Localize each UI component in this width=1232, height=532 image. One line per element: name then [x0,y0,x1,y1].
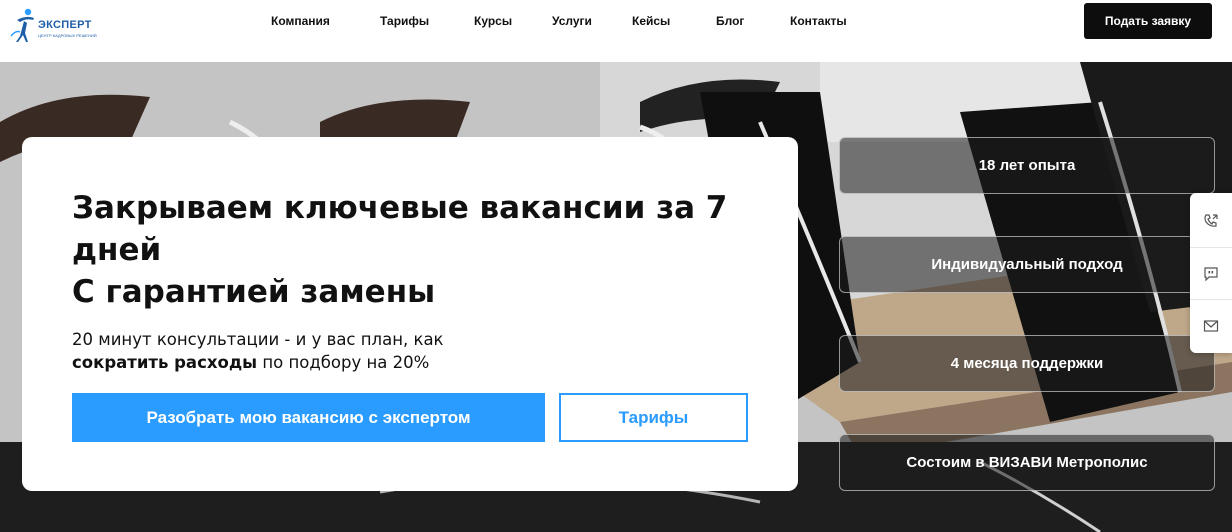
nav-link-blog[interactable]: Блог [716,14,744,30]
side-contact-widget [1190,193,1232,353]
submit-application-button[interactable]: Подать заявку [1084,3,1212,39]
logo-figure-icon [10,8,34,42]
hero-card: Закрываем ключевые вакансии за 7 дней С … [22,137,798,491]
hero-title-line-2: С гарантией замены [72,274,436,310]
hero-title-line-1: Закрываем ключевые вакансии за 7 дней [72,190,728,268]
nav-link-services[interactable]: Услуги [552,14,592,30]
site-header: ЭКСПЕРТ ЦЕНТР КАДРОВЫХ РЕШЕНИЙ Компания … [0,0,1232,62]
chat-button[interactable] [1190,247,1232,299]
hero-subtitle: 20 минут консультации - и у вас план, ка… [72,328,632,374]
pricing-button[interactable]: Тарифы [559,393,748,442]
nav-link-pricing[interactable]: Тарифы [380,14,429,30]
email-button[interactable] [1190,299,1232,351]
mail-icon [1203,319,1219,332]
feature-support: 4 месяца поддержки [839,335,1215,392]
nav-link-company[interactable]: Компания [271,14,330,30]
chat-quote-icon [1204,266,1218,281]
feature-membership: Состоим в ВИЗАВИ Метрополис [839,434,1215,491]
feature-individual-approach: Индивидуальный подход [839,236,1215,293]
hero-title: Закрываем ключевые вакансии за 7 дней С … [72,187,732,313]
hero-subtitle-part-2: по подбору на 20% [262,353,430,372]
logo[interactable]: ЭКСПЕРТ ЦЕНТР КАДРОВЫХ РЕШЕНИЙ [8,6,98,44]
hero-subtitle-bold: сократить расходы [72,353,258,372]
logo-tagline: ЦЕНТР КАДРОВЫХ РЕШЕНИЙ [38,33,97,38]
feature-experience: 18 лет опыта [839,137,1215,194]
callback-button[interactable] [1190,195,1232,247]
nav-link-contacts[interactable]: Контакты [790,14,847,30]
hero-subtitle-part-1: 20 минут консультации - и у вас план, ка… [72,330,444,349]
logo-name: ЭКСПЕРТ [38,19,92,31]
nav-link-courses[interactable]: Курсы [474,14,512,30]
consult-expert-button[interactable]: Разобрать мою вакансию с экспертом [72,393,545,442]
phone-callback-icon [1204,214,1218,227]
nav-link-cases[interactable]: Кейсы [632,14,670,30]
